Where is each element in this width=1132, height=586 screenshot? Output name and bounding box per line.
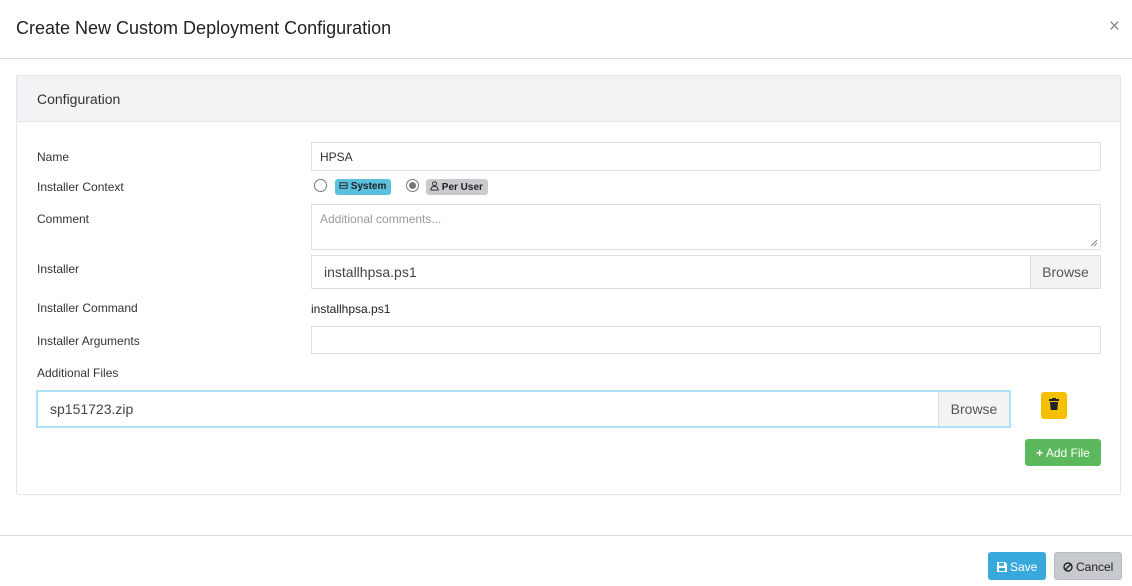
- additional-file-input[interactable]: sp151723.zip Browse: [36, 390, 1011, 428]
- add-file-button[interactable]: + Add File: [1025, 439, 1101, 466]
- comment-label: Comment: [37, 212, 90, 226]
- system-badge: System: [335, 179, 392, 195]
- resize-grip-icon[interactable]: [1090, 239, 1098, 247]
- installer-browse-button[interactable]: Browse: [1030, 256, 1100, 288]
- per-user-badge-label: Per User: [441, 182, 483, 193]
- system-badge-label: System: [350, 181, 387, 192]
- comment-placeholder: Additional comments...: [320, 212, 442, 226]
- additional-browse-button[interactable]: Browse: [938, 392, 1009, 426]
- footer-divider: [0, 535, 1132, 536]
- installer-arguments-label: Installer Arguments: [37, 334, 140, 348]
- close-icon[interactable]: ×: [1109, 17, 1120, 37]
- installer-command-label: Installer Command: [37, 301, 138, 315]
- radio-system[interactable]: [314, 179, 327, 192]
- add-file-label: Add File: [1045, 446, 1090, 460]
- cancel-label: Cancel: [1075, 560, 1114, 574]
- floppy-disk-icon: [996, 562, 1007, 572]
- delete-file-button[interactable]: [1041, 392, 1067, 419]
- comment-textarea[interactable]: Additional comments...: [311, 204, 1101, 250]
- cancel-button[interactable]: Cancel: [1054, 552, 1122, 580]
- name-label: Name: [37, 150, 70, 164]
- installer-context-label: Installer Context: [37, 180, 124, 194]
- name-input[interactable]: HPSA: [311, 142, 1101, 171]
- modal-header: Create New Custom Deployment Configurati…: [0, 0, 1132, 59]
- plus-icon: +: [1036, 446, 1044, 460]
- installer-arguments-input[interactable]: [311, 326, 1101, 354]
- panel-heading: Configuration: [17, 76, 1120, 122]
- ban-icon: [1062, 562, 1073, 572]
- installer-filename: installhpsa.ps1: [324, 264, 417, 280]
- trash-icon: [1049, 398, 1059, 410]
- additional-files-label: Additional Files: [37, 366, 119, 380]
- additional-filename: sp151723.zip: [50, 401, 134, 417]
- radio-per-user[interactable]: [406, 179, 419, 192]
- user-icon: [430, 181, 439, 191]
- save-button[interactable]: Save: [988, 552, 1046, 580]
- installer-label: Installer: [37, 262, 80, 276]
- installer-command-value: installhpsa.ps1: [311, 302, 391, 316]
- modal-title: Create New Custom Deployment Configurati…: [16, 18, 392, 38]
- per-user-badge: Per User: [426, 179, 488, 195]
- system-icon: [339, 182, 348, 189]
- name-value: HPSA: [320, 150, 353, 164]
- installer-file-input[interactable]: installhpsa.ps1 Browse: [311, 255, 1101, 289]
- save-label: Save: [1009, 560, 1038, 574]
